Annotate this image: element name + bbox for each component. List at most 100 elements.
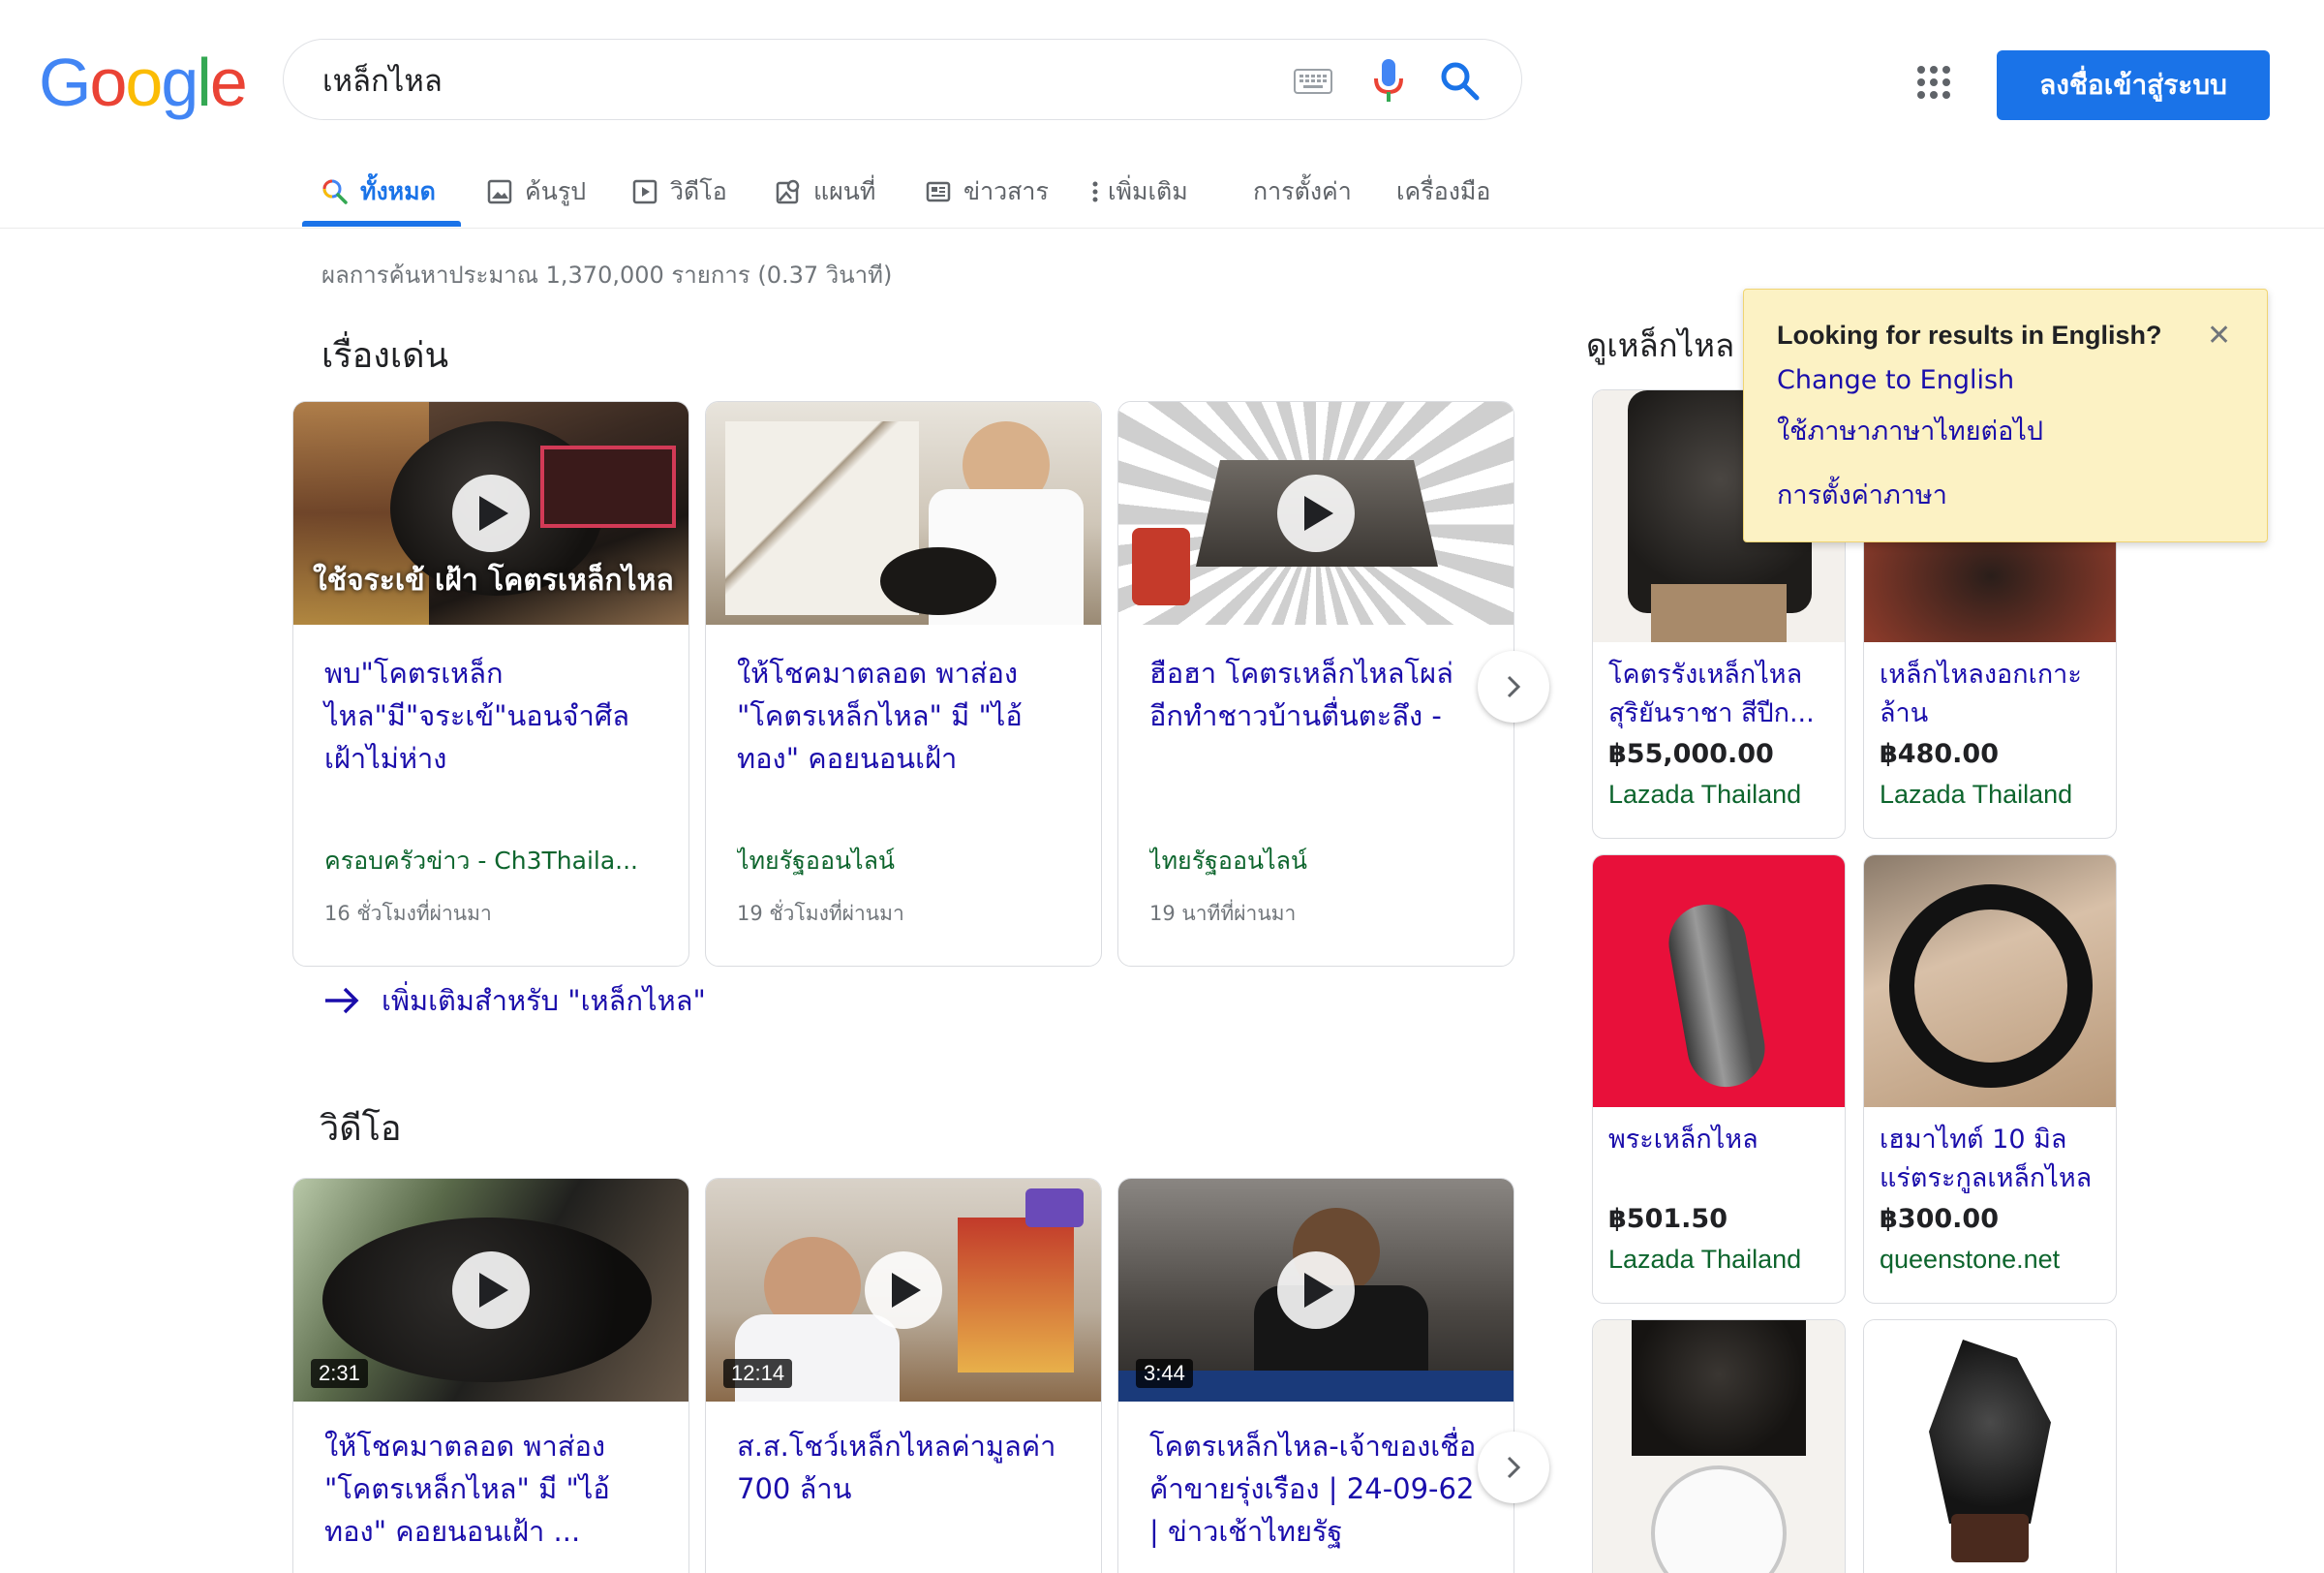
tab-images[interactable]: ค้นรูป [486, 155, 586, 229]
tab-all[interactable]: ทั้งหมด [321, 155, 436, 229]
result-stats: ผลการค้นหาประมาณ 1,370,000 รายการ (0.37 … [321, 262, 893, 289]
video-card[interactable]: 3:44 โคตรเหล็กไหล-เจ้าของเชื่อ ค้าขายรุ่… [1117, 1178, 1514, 1573]
search-icon [322, 179, 348, 204]
news-card-title: ฮือฮา โคตรเหล็กไหลโผล่ อีกทำชาวบ้านตื่นต… [1149, 657, 1453, 732]
tab-videos[interactable]: วิดีโอ [631, 155, 727, 229]
video-card-title: ส.ส.โชว์เหล็กไหลค่ามูลค่า 700 ล้าน [737, 1430, 1056, 1505]
news-card[interactable]: ฮือฮา โคตรเหล็กไหลโผล่ อีกทำชาวบ้านตื่นต… [1117, 401, 1514, 967]
tab-label: แผนที่ [813, 177, 876, 205]
popup-title: Looking for results in English? [1777, 321, 2162, 350]
play-icon [1277, 475, 1355, 552]
google-logo[interactable]: Google [39, 45, 248, 120]
product-card[interactable]: พระเหล็กไหล ฿501.50 Lazada Thailand [1592, 854, 1846, 1304]
tab-label: ทั้งหมด [360, 177, 436, 205]
mic-icon[interactable] [1370, 57, 1407, 104]
tab-label: ค้นรูป [525, 177, 587, 205]
shopping-heading: ดูเหล็กไหล [1586, 326, 1735, 364]
more-news-link[interactable]: เพิ่มเติมสำหรับ "เหล็กไหล" [323, 978, 706, 1023]
close-icon[interactable]: ✕ [2207, 319, 2231, 353]
product-title: พระเหล็กไหล [1608, 1125, 1758, 1155]
video-icon [632, 179, 657, 204]
tab-tools[interactable]: เครื่องมือ [1396, 155, 1490, 229]
news-thumbnail [1118, 402, 1514, 625]
search-icon[interactable] [1438, 59, 1481, 102]
apps-grid-icon[interactable] [1917, 66, 1950, 99]
product-store: Lazada Thailand [1608, 780, 1802, 809]
search-box [283, 39, 1522, 121]
search-tabs: ทั้งหมด ค้นรูป วิดีโอ แผนที่ ข่าวสาร เพิ… [0, 155, 2324, 229]
news-card-time: 16 ชั่วโมงที่ผ่านมา [324, 902, 492, 925]
news-card[interactable]: ให้โชคมาตลอด พาส่อง "โคตรเหล็กไหล" มี "ไ… [705, 401, 1102, 967]
active-tab-indicator [302, 221, 461, 227]
tab-label: การตั้งค่า [1253, 177, 1352, 205]
search-input[interactable] [322, 40, 1194, 121]
news-card-source: ไทยรัฐออนไลน์ [737, 847, 896, 875]
video-card[interactable]: 2:31 ให้โชคมาตลอด พาส่อง "โคตรเหล็กไหล" … [292, 1178, 689, 1573]
product-image [1593, 855, 1845, 1107]
image-icon [487, 179, 512, 204]
play-icon [452, 475, 530, 552]
tab-settings[interactable]: การตั้งค่า [1253, 155, 1352, 229]
tab-more[interactable]: เพิ่มเติม [1090, 155, 1188, 229]
news-card-source: ครอบครัวข่าว - Ch3Thaila... [324, 847, 638, 875]
video-card-title: ให้โชคมาตลอด พาส่อง "โคตรเหล็กไหล" มี "ไ… [324, 1430, 610, 1548]
videos-heading: วิดีโอ [320, 1109, 402, 1149]
play-icon [865, 1251, 942, 1329]
keep-thai-link[interactable]: ใช้ภาษาภาษาไทยต่อไป [1777, 410, 2043, 451]
product-card[interactable]: เฮมาไทต์ 10 มิล แร่ตระกูลเหล็กไหล ฿300.0… [1863, 854, 2117, 1304]
product-image [1864, 855, 2116, 1107]
video-duration: 2:31 [311, 1359, 368, 1388]
product-store: Lazada Thailand [1608, 1245, 1802, 1274]
product-price: ฿480.00 [1880, 739, 1999, 769]
more-vert-icon [1092, 181, 1098, 202]
chevron-right-icon [1507, 675, 1521, 698]
news-card-title: พบ"โคตรเหล็กไหล"มี"จระเข้"นอนจำศีลเฝ้าไม… [324, 657, 630, 775]
product-price: ฿55,000.00 [1608, 739, 1774, 769]
play-icon [1277, 1251, 1355, 1329]
news-thumbnail: ใช้จระเข้ เฝ้า โคตรเหล็กไหล [293, 402, 688, 625]
tab-news[interactable]: ข่าวสาร [925, 155, 1049, 229]
thumbnail-overlay-text: ใช้จระเข้ เฝ้า โคตรเหล็กไหล [313, 564, 674, 598]
product-store: queenstone.net [1880, 1245, 2061, 1274]
signin-button[interactable]: ลงชื่อเข้าสู่ระบบ [1997, 50, 2270, 120]
news-card-time: 19 นาทีที่ผ่านมา [1149, 902, 1297, 925]
product-image [1593, 1320, 1845, 1573]
logo-letter: o [125, 45, 163, 120]
carousel-next-button[interactable] [1478, 651, 1549, 723]
keyboard-icon[interactable] [1294, 69, 1332, 94]
map-icon [776, 179, 800, 204]
product-title: เฮมาไทต์ 10 มิล แร่ตระกูลเหล็กไหล [1880, 1125, 2093, 1193]
play-icon [452, 1251, 530, 1329]
product-card[interactable] [1863, 1319, 2117, 1573]
product-price: ฿300.00 [1880, 1204, 1999, 1234]
news-card-time: 19 ชั่วโมงที่ผ่านมา [737, 902, 904, 925]
tab-maps[interactable]: แผนที่ [775, 155, 875, 229]
video-duration: 3:44 [1136, 1359, 1193, 1388]
top-stories-heading: เรื่องเด่น [321, 336, 449, 376]
product-image [1864, 1320, 2116, 1573]
carousel-next-button[interactable] [1478, 1432, 1549, 1503]
language-settings-link[interactable]: การตั้งค่าภาษา [1777, 474, 1947, 515]
video-duration: 12:14 [723, 1359, 793, 1388]
news-thumbnail [706, 402, 1101, 625]
more-news-label: เพิ่มเติมสำหรับ "เหล็กไหล" [382, 984, 706, 1017]
language-suggestion-popup: Looking for results in English? ✕ Change… [1743, 289, 2268, 542]
arrow-right-icon [325, 987, 359, 1014]
news-icon [926, 181, 951, 202]
tab-label: เพิ่มเติม [1108, 177, 1188, 205]
video-card[interactable]: 12:14 ส.ส.โชว์เหล็กไหลค่ามูลค่า 700 ล้าน [705, 1178, 1102, 1573]
logo-letter: g [161, 45, 199, 120]
logo-letter: l [197, 45, 212, 120]
change-to-english-link[interactable]: Change to English [1777, 365, 2014, 395]
news-card-title: ให้โชคมาตลอด พาส่อง "โคตรเหล็กไหล" มี "ไ… [737, 657, 1023, 775]
tab-label: ข่าวสาร [963, 177, 1049, 205]
product-card[interactable] [1592, 1319, 1846, 1573]
video-thumbnail: 12:14 [706, 1179, 1101, 1402]
news-card[interactable]: ใช้จระเข้ เฝ้า โคตรเหล็กไหล พบ"โคตรเหล็ก… [292, 401, 689, 967]
chevron-right-icon [1507, 1456, 1521, 1479]
news-card-source: ไทยรัฐออนไลน์ [1149, 847, 1308, 875]
product-title: โคตรรังเหล็กไหล สุริยันราชา สีปีก... [1608, 660, 1815, 728]
logo-letter: G [39, 45, 91, 120]
product-title: เหล็กไหลงอกเกาะล้าน [1880, 660, 2082, 728]
video-card-title: โคตรเหล็กไหล-เจ้าของเชื่อ ค้าขายรุ่งเรือ… [1149, 1430, 1477, 1548]
